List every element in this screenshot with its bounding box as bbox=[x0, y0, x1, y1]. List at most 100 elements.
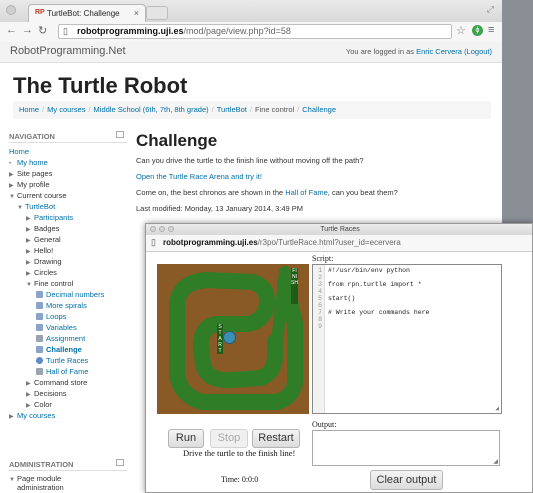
close-window-button[interactable] bbox=[6, 5, 16, 15]
nav-hello[interactable]: ▶ Hello! bbox=[26, 246, 53, 255]
output-box[interactable]: ◢ bbox=[312, 430, 500, 466]
expand-arrow-icon: ▶ bbox=[9, 172, 14, 178]
page-icon bbox=[36, 302, 43, 309]
site-brand[interactable]: RobotProgramming.Net bbox=[10, 45, 126, 57]
nav-home[interactable]: Home bbox=[9, 147, 29, 156]
nav-drawing-label: Drawing bbox=[34, 257, 62, 266]
expand-arrow-icon: ▶ bbox=[26, 227, 31, 233]
code-line: # Write your commands here bbox=[328, 309, 430, 316]
run-button[interactable]: Run bbox=[168, 429, 204, 448]
nav-my-courses[interactable]: ▶ My courses bbox=[9, 411, 55, 420]
breadcrumb-fine-control: Fine control bbox=[254, 105, 295, 114]
browser-toolbar: ← → ↻ ▯ robotprogramming.uji.es/mod/page… bbox=[0, 22, 502, 43]
nav-challenge-label: Challenge bbox=[46, 345, 82, 354]
intro-text: Can you drive the turtle to the finish l… bbox=[136, 156, 364, 165]
url-host: robotprogramming.uji.es bbox=[77, 26, 184, 36]
fame-suffix: , can you beat them? bbox=[327, 188, 398, 197]
page-module-administration[interactable]: ▼ Page module administration bbox=[9, 474, 75, 492]
breadcrumb-challenge[interactable]: Challenge bbox=[302, 105, 336, 114]
reload-icon[interactable]: ↻ bbox=[38, 24, 47, 37]
close-tab-icon[interactable]: × bbox=[134, 8, 139, 18]
popup-minimize-button[interactable] bbox=[159, 226, 165, 232]
nav-decimal-numbers[interactable]: Decimal numbers bbox=[36, 290, 104, 299]
nav-decisions[interactable]: ▶ Decisions bbox=[26, 389, 67, 398]
nav-more-spirals-label: More spirals bbox=[46, 301, 87, 310]
navigation-dock-icon[interactable] bbox=[116, 131, 124, 138]
nav-challenge[interactable]: Challenge bbox=[36, 345, 82, 354]
popup-zoom-button[interactable] bbox=[168, 226, 174, 232]
nav-circles[interactable]: ▶ Circles bbox=[26, 268, 57, 277]
nav-drawing[interactable]: ▶ Drawing bbox=[26, 257, 62, 266]
nav-assignment[interactable]: Assignment bbox=[36, 334, 85, 343]
nav-variables[interactable]: Variables bbox=[36, 323, 77, 332]
nav-fine-control[interactable]: ▼ Fine control bbox=[26, 279, 73, 288]
administration-divider bbox=[9, 470, 127, 471]
extension-icon[interactable]: ϕ bbox=[472, 25, 483, 36]
popup-close-button[interactable] bbox=[150, 226, 156, 232]
nav-participants-label: Participants bbox=[34, 213, 74, 222]
nav-command-store[interactable]: ▶ Command store bbox=[26, 378, 87, 387]
fullscreen-icon[interactable]: ⤢ bbox=[487, 4, 494, 15]
user-link[interactable]: Enric Cervera bbox=[416, 47, 462, 56]
script-editor[interactable]: 1 2 3 4 5 6 7 8 9 #!/usr/bin/env python … bbox=[312, 264, 502, 414]
nav-more-spirals[interactable]: More spirals bbox=[36, 301, 87, 310]
nav-site-pages[interactable]: ▶ Site pages bbox=[9, 169, 52, 178]
nav-color[interactable]: ▶ Color bbox=[26, 400, 52, 409]
hall-of-fame-link[interactable]: Hall of Fame bbox=[285, 188, 328, 197]
browser-tab[interactable]: RP TurtleBot: Challenge × bbox=[28, 4, 146, 22]
nav-my-profile-label: My profile bbox=[17, 180, 50, 189]
logout-link[interactable]: (Logout) bbox=[464, 47, 492, 56]
back-icon[interactable]: ← bbox=[6, 24, 17, 36]
nav-fine-control-label: Fine control bbox=[34, 279, 74, 288]
page-module-administration-label: Page module administration bbox=[17, 474, 64, 492]
nav-hall-of-fame[interactable]: Hall of Fame bbox=[36, 367, 89, 376]
nav-my-profile[interactable]: ▶ My profile bbox=[9, 180, 50, 189]
nav-variables-label: Variables bbox=[46, 323, 77, 332]
stop-button[interactable]: Stop bbox=[210, 429, 248, 448]
nav-circles-label: Circles bbox=[34, 268, 57, 277]
site-header: RobotProgramming.Net You are logged in a… bbox=[0, 42, 502, 63]
nav-hall-of-fame-label: Hall of Fame bbox=[46, 367, 89, 376]
nav-general[interactable]: ▶ General bbox=[26, 235, 61, 244]
nav-badges[interactable]: ▶ Badges bbox=[26, 224, 59, 233]
new-tab-button[interactable] bbox=[146, 6, 168, 20]
favicon-icon: RP bbox=[35, 9, 45, 16]
globe-icon bbox=[36, 357, 43, 364]
administration-dock-icon[interactable] bbox=[116, 459, 124, 466]
breadcrumb-middle-school[interactable]: Middle School (6th, 7th, 8th grade) bbox=[94, 105, 209, 114]
navigation-divider bbox=[9, 142, 127, 143]
last-modified: Last modified: Monday, 13 January 2014, … bbox=[136, 204, 304, 213]
line-number: 7 bbox=[318, 309, 322, 316]
nav-color-label: Color bbox=[34, 400, 52, 409]
line-number: 5 bbox=[318, 295, 322, 302]
nav-participants[interactable]: ▶ Participants bbox=[26, 213, 73, 222]
breadcrumb-turtlebot[interactable]: TurtleBot bbox=[217, 105, 247, 114]
nav-current-course[interactable]: ▼ Current course bbox=[9, 191, 67, 200]
login-prefix: You are logged in as bbox=[345, 47, 415, 56]
resize-handle-icon[interactable]: ◢ bbox=[493, 458, 498, 465]
restart-button[interactable]: Restart bbox=[252, 429, 300, 448]
nav-loops[interactable]: Loops bbox=[36, 312, 66, 321]
resize-handle-icon[interactable]: ◢ bbox=[495, 405, 499, 412]
open-arena-link[interactable]: Open the Turtle Race Arena and try it! bbox=[136, 172, 262, 181]
popup-address-bar[interactable]: ▯ robotprogramming.uji.es/r3po/TurtleRac… bbox=[146, 235, 532, 252]
breadcrumb-my-courses[interactable]: My courses bbox=[47, 105, 85, 114]
nav-turtle-races[interactable]: Turtle Races bbox=[36, 356, 88, 365]
nav-decimal-numbers-label: Decimal numbers bbox=[46, 290, 105, 299]
clear-output-button[interactable]: Clear output bbox=[370, 470, 443, 490]
tab-title: TurtleBot: Challenge bbox=[47, 9, 120, 18]
popup-titlebar: Turtle Races bbox=[146, 224, 532, 235]
script-label: Script: bbox=[312, 254, 334, 263]
forward-icon[interactable]: → bbox=[22, 24, 33, 36]
code-line: from rpn.turtle import * bbox=[328, 281, 422, 288]
status-message: Drive the turtle to the finish line! bbox=[183, 448, 296, 458]
race-arena: FINISH START bbox=[157, 264, 309, 414]
address-bar[interactable]: ▯ robotprogramming.uji.es/mod/page/view.… bbox=[58, 24, 452, 39]
turtle-icon bbox=[223, 331, 236, 344]
expand-arrow-icon: ▶ bbox=[26, 381, 31, 387]
breadcrumb-home[interactable]: Home bbox=[19, 105, 39, 114]
bookmark-star-icon[interactable]: ☆ bbox=[456, 24, 466, 37]
nav-turtlebot[interactable]: ▼ TurtleBot bbox=[17, 202, 55, 211]
menu-icon[interactable]: ≡ bbox=[488, 24, 494, 36]
nav-my-home[interactable]: • My home bbox=[9, 158, 48, 167]
